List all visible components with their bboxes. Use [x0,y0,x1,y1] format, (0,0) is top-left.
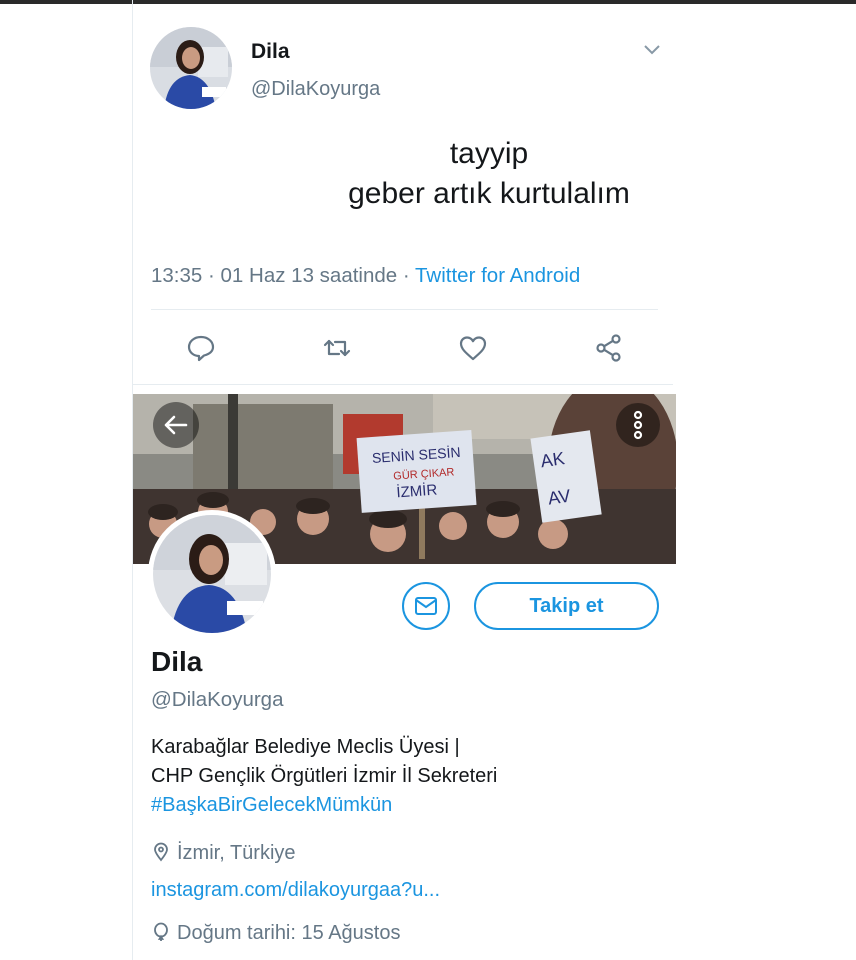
follow-button[interactable]: Takip et [474,582,659,630]
like-icon[interactable] [458,333,488,363]
more-vertical-icon [633,410,643,440]
reply-icon[interactable] [186,333,216,363]
bio-line-1: Karabağlar Belediye Meclis Üyesi | [151,736,460,758]
section-divider [133,384,673,385]
bio-hashtag[interactable]: #BaşkaBirGelecekMümkün [151,791,497,820]
profile-avatar[interactable] [148,510,276,638]
sign-2-line-1: AK [539,448,566,471]
profile-handle: @DilaKoyurga [151,688,284,711]
sign-2-line-2: AV [547,486,572,509]
window-top-bar [0,0,856,4]
tweet-meta: 13:35 · 01 Haz 13 saatinde · Twitter for… [151,264,580,288]
profile-website-link[interactable]: instagram.com/dilakoyurgaa?u... [151,879,440,902]
back-button[interactable] [153,402,199,448]
profile-name: Dila [151,646,203,677]
message-button[interactable] [402,582,450,630]
tweet-text-line-2: geber artık kurtulalım [348,177,630,210]
profile-birthday: Doğum tarihi: 15 Ağustos [151,922,400,945]
tweet-timestamp[interactable]: 13:35 · 01 Haz 13 saatinde · [151,264,415,287]
arrow-left-icon [164,415,188,435]
tweet-text-line-1: tayyip [449,137,529,170]
balloon-icon [154,922,168,941]
profile-location: İzmir, Türkiye [151,842,296,865]
more-options-button[interactable] [616,403,660,447]
tweet-card: Dila @DilaKoyurga tayyip geber artık kur… [133,10,673,382]
location-text: İzmir, Türkiye [177,842,296,864]
sign-1-line-3: İZMİR [396,481,438,502]
envelope-icon [415,597,437,615]
bio-line-2: CHP Gençlik Örgütleri İzmir İl Sekreteri [151,765,498,787]
location-pin-icon [154,842,168,862]
birthday-text: Doğum tarihi: 15 Ağustos [177,922,401,944]
tweet-author-name[interactable]: Dila [251,40,290,64]
share-icon[interactable] [594,333,624,363]
profile-bio: Karabağlar Belediye Meclis Üyesi | CHP G… [151,733,497,820]
tweet-text: tayyip geber artık kurtulalım [319,134,659,214]
tweet-author-handle[interactable]: @DilaKoyurga [251,78,380,101]
tweet-source[interactable]: Twitter for Android [415,264,580,287]
tweet-avatar[interactable] [150,27,232,109]
divider [151,309,658,310]
protest-sign-2 [530,430,602,523]
chevron-down-icon[interactable] [641,38,663,60]
retweet-icon[interactable] [322,333,352,363]
